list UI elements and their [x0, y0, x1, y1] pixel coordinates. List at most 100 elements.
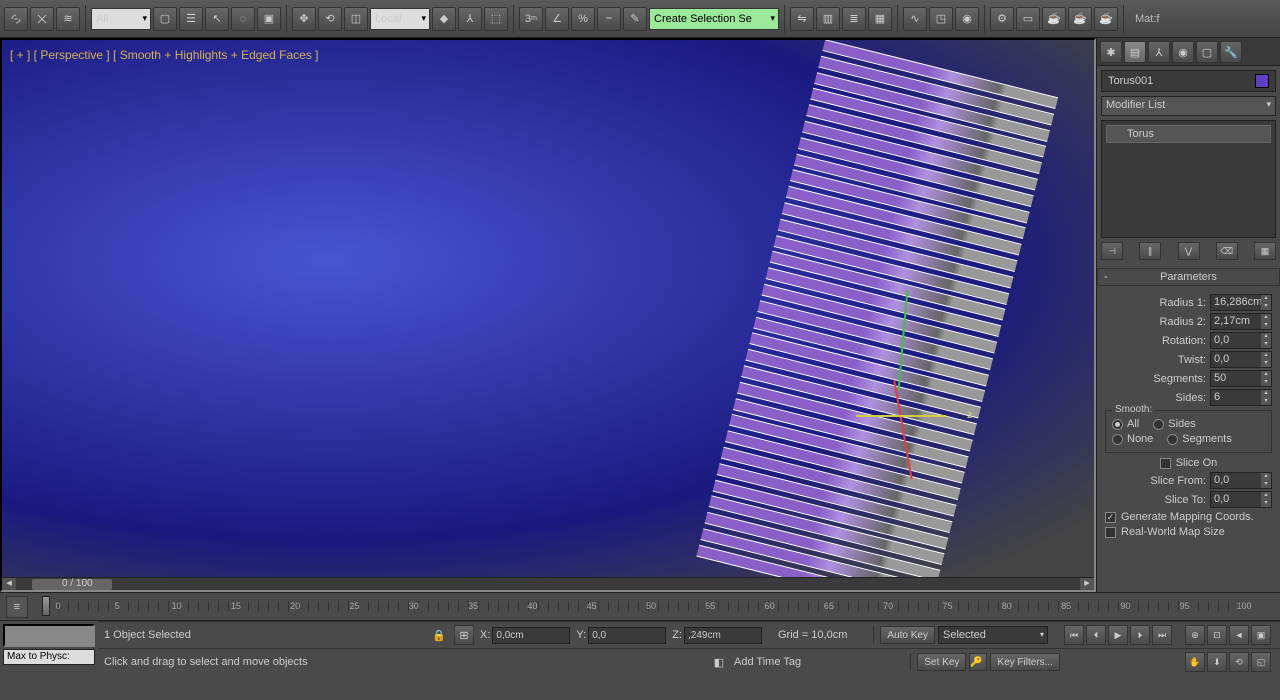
move-icon[interactable]: ✥: [292, 7, 316, 31]
select-by-name-icon[interactable]: ☰: [179, 7, 203, 31]
graphite-icon[interactable]: ▦: [868, 7, 892, 31]
bind-space-warp-icon[interactable]: ≋: [56, 7, 80, 31]
goto-end-icon[interactable]: ⏭: [1152, 625, 1172, 645]
edit-named-sel-icon[interactable]: ✎: [623, 7, 647, 31]
object-color-swatch[interactable]: [1255, 74, 1269, 88]
set-key-button[interactable]: Set Key: [917, 653, 966, 671]
tab-hierarchy[interactable]: ⅄: [1148, 41, 1170, 63]
rendered-frame-icon[interactable]: ▭: [1016, 7, 1040, 31]
rotation-spinner[interactable]: 0,0▴▾: [1210, 332, 1272, 349]
tab-display[interactable]: ▢: [1196, 41, 1218, 63]
maxscript-input[interactable]: Max to Physc:: [3, 649, 95, 665]
timeline[interactable]: ≡ 05101520253035404550556065707580859095…: [0, 592, 1280, 620]
rotate-icon[interactable]: ⟲: [318, 7, 342, 31]
timeline-config-icon[interactable]: ≡: [6, 596, 28, 618]
curve-editor-icon[interactable]: ∿: [903, 7, 927, 31]
gen-mapping-checkbox[interactable]: ✓Generate Mapping Coords.: [1105, 511, 1272, 523]
segments-spinner[interactable]: 50▴▾: [1210, 370, 1272, 387]
nav-fov-icon[interactable]: ◄: [1229, 625, 1249, 645]
next-frame-icon[interactable]: ⏵: [1130, 625, 1150, 645]
smooth-none-radio[interactable]: None: [1112, 433, 1153, 445]
show-end-result-icon[interactable]: ∥: [1139, 242, 1161, 260]
key-filters-button[interactable]: Key Filters...: [990, 653, 1060, 671]
nav-zoomext-icon[interactable]: ▣: [1251, 625, 1271, 645]
material-editor-icon[interactable]: ◉: [955, 7, 979, 31]
x-coord-input[interactable]: 0,0cm: [492, 627, 570, 644]
hierarchy-icon[interactable]: ⅄: [458, 7, 482, 31]
modifier-list-dropdown[interactable]: Modifier List: [1101, 96, 1276, 116]
tab-modify[interactable]: ▤: [1124, 41, 1146, 63]
slice-to-spinner[interactable]: 0,0▴▾: [1210, 491, 1272, 508]
twist-spinner[interactable]: 0,0▴▾: [1210, 351, 1272, 368]
tab-utilities[interactable]: 🔧: [1220, 41, 1242, 63]
spinner-snap-icon[interactable]: ⎯: [597, 7, 621, 31]
smooth-segments-radio[interactable]: Segments: [1167, 433, 1232, 445]
time-tag-icon[interactable]: ◧: [710, 653, 728, 671]
named-selection-dropdown[interactable]: Create Selection Se: [649, 8, 779, 30]
keyboard-shortcut-icon[interactable]: 3m: [519, 7, 543, 31]
nav-zoom-icon[interactable]: ⊕: [1185, 625, 1205, 645]
nav-zoomall-icon[interactable]: ⊡: [1207, 625, 1227, 645]
radius2-spinner[interactable]: 2,17cm▴▾: [1210, 313, 1272, 330]
align-icon[interactable]: ▥: [816, 7, 840, 31]
prev-frame-icon[interactable]: ⏴: [1086, 625, 1106, 645]
real-world-checkbox[interactable]: Real-World Map Size: [1105, 526, 1272, 538]
absolute-mode-icon[interactable]: ⊞: [454, 625, 474, 645]
teapot-prod-icon[interactable]: ☕: [1068, 7, 1092, 31]
play-icon[interactable]: ▶: [1108, 625, 1128, 645]
smooth-sides-radio[interactable]: Sides: [1153, 418, 1196, 430]
angle-snap-icon[interactable]: ∠: [545, 7, 569, 31]
time-ruler[interactable]: 0510152025303540455055606570758085909510…: [58, 597, 1244, 617]
z-coord-input[interactable]: ,249cm: [684, 627, 762, 644]
object-name-field[interactable]: Torus001: [1101, 70, 1276, 92]
scroll-right-icon[interactable]: ▸: [1080, 578, 1094, 591]
radius1-spinner[interactable]: 16,286cm▴▾: [1210, 294, 1272, 311]
modifier-stack[interactable]: Torus: [1101, 120, 1276, 238]
unlink-icon[interactable]: [30, 7, 54, 31]
scale-icon[interactable]: ◫: [344, 7, 368, 31]
key-mode-dropdown[interactable]: Selected: [938, 626, 1048, 644]
slice-on-checkbox[interactable]: Slice On: [1105, 457, 1272, 469]
time-slider-thumb[interactable]: [42, 596, 50, 616]
select-arrow-icon[interactable]: ↖: [205, 7, 229, 31]
modifier-item-torus[interactable]: Torus: [1106, 125, 1271, 143]
viewport-scrollbar[interactable]: ◂ 0 / 100 ▸: [2, 577, 1094, 590]
nav-maximize-icon[interactable]: ◱: [1251, 652, 1271, 672]
render-setup-icon[interactable]: ⚙: [990, 7, 1014, 31]
rectangle-select-icon[interactable]: ◌: [231, 7, 255, 31]
mirror-icon[interactable]: ⇋: [790, 7, 814, 31]
scroll-left-icon[interactable]: ◂: [2, 578, 16, 591]
pin-stack-icon[interactable]: ⊣: [1101, 242, 1123, 260]
slice-from-spinner[interactable]: 0,0▴▾: [1210, 472, 1272, 489]
sides-spinner[interactable]: 6▴▾: [1210, 389, 1272, 406]
schematic-view-icon[interactable]: ◳: [929, 7, 953, 31]
viewport-label[interactable]: [ + ] [ Perspective ] [ Smooth + Highlig…: [10, 48, 319, 62]
smooth-all-radio[interactable]: All: [1112, 418, 1139, 430]
percent-snap-icon[interactable]: %: [571, 7, 595, 31]
teapot-render-icon[interactable]: ☕: [1042, 7, 1066, 31]
reference-coord-dropdown[interactable]: Local: [370, 8, 430, 30]
y-coord-input[interactable]: 0,0: [588, 627, 666, 644]
goto-start-icon[interactable]: ⏮: [1064, 625, 1084, 645]
nav-orbit-icon[interactable]: ⟲: [1229, 652, 1249, 672]
nav-pan-icon[interactable]: ✋: [1185, 652, 1205, 672]
select-object-icon[interactable]: ▢: [153, 7, 177, 31]
window-crossing-icon[interactable]: ▣: [257, 7, 281, 31]
selection-filter-dropdown[interactable]: All: [91, 8, 151, 30]
add-time-tag[interactable]: Add Time Tag: [734, 656, 801, 668]
remove-modifier-icon[interactable]: ⌫: [1216, 242, 1238, 260]
nav-walk-icon[interactable]: ⬇: [1207, 652, 1227, 672]
layers-icon[interactable]: ≣: [842, 7, 866, 31]
link-icon[interactable]: [4, 7, 28, 31]
use-pivot-icon[interactable]: ◆: [432, 7, 456, 31]
parameters-header[interactable]: -Parameters: [1097, 268, 1280, 286]
auto-key-button[interactable]: Auto Key: [880, 626, 935, 644]
tab-motion[interactable]: ◉: [1172, 41, 1194, 63]
key-icon[interactable]: 🔑: [969, 653, 987, 671]
gizmo-z-axis[interactable]: [856, 415, 946, 417]
lock-icon[interactable]: 🔒: [430, 626, 448, 644]
make-unique-icon[interactable]: ⋁: [1178, 242, 1200, 260]
tab-create[interactable]: ✱: [1100, 41, 1122, 63]
manipulate-icon[interactable]: ⬚: [484, 7, 508, 31]
teapot-iterate-icon[interactable]: ☕: [1094, 7, 1118, 31]
